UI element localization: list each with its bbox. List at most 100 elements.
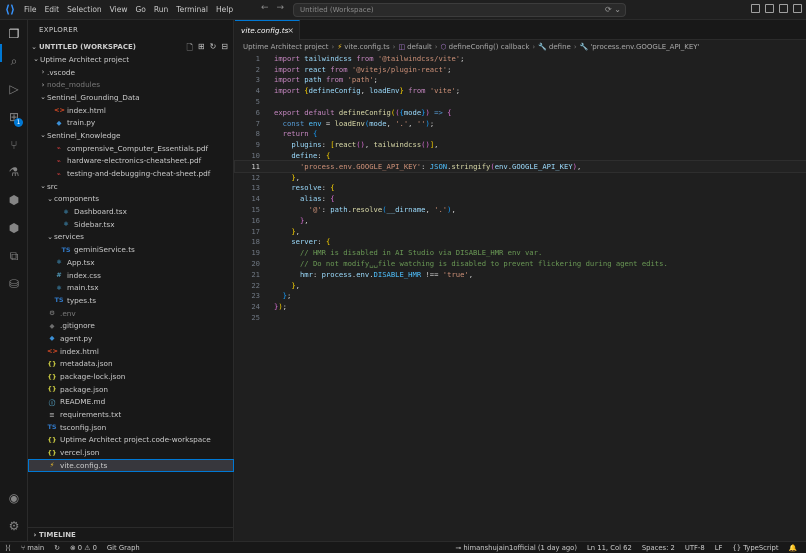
menu-edit[interactable]: Edit xyxy=(41,0,64,20)
remote-indicator-icon[interactable]: ⟩⟨ xyxy=(0,542,16,553)
tree-file[interactable]: ⌁ testing-and-debugging-cheat-sheet.pdf xyxy=(28,167,234,180)
settings-gear-icon[interactable]: ⚙ xyxy=(5,517,23,535)
toggle-secondary-sidebar-icon[interactable] xyxy=(793,4,802,13)
tree-folder[interactable]: ⌄ Uptime Architect project xyxy=(28,53,234,66)
forward-arrow-icon[interactable]: → xyxy=(277,3,285,13)
breadcrumb-item[interactable]: defineConfig() callback xyxy=(449,43,530,51)
code-line[interactable]: 14 alias: { xyxy=(235,193,806,204)
sync-icon[interactable]: ↻ xyxy=(54,544,60,552)
menu-terminal[interactable]: Terminal xyxy=(172,0,212,20)
menu-selection[interactable]: Selection xyxy=(63,0,106,20)
indentation-status[interactable]: Spaces: 2 xyxy=(642,544,675,552)
workspace-header[interactable]: ⌄ UNTITLED (WORKSPACE) 🗋 ⊞ ↻ ⊟ xyxy=(28,40,234,53)
menu-go[interactable]: Go xyxy=(131,0,149,20)
tree-file[interactable]: <> index.html xyxy=(28,104,234,117)
tree-file[interactable]: ⌁ hardware-electronics-cheatsheet.pdf xyxy=(28,155,234,168)
tree-folder[interactable]: ⌄ src xyxy=(28,180,234,193)
breadcrumb-item[interactable]: Uptime Architect project xyxy=(243,43,329,51)
tree-file[interactable]: ≡ requirements.txt xyxy=(28,408,234,421)
tree-file[interactable]: TS types.ts xyxy=(28,294,234,307)
git-graph-status[interactable]: Git Graph xyxy=(107,544,140,552)
explorer-icon[interactable]: ❐ xyxy=(5,25,23,43)
remote-explorer-icon[interactable]: ⧉ xyxy=(5,247,23,265)
code-line[interactable]: 12 }, xyxy=(235,172,806,183)
tree-file[interactable]: {} package-lock.json xyxy=(28,370,234,383)
encoding-status[interactable]: UTF-8 xyxy=(685,544,705,552)
testing-icon[interactable]: ⚗ xyxy=(5,163,23,181)
tree-file[interactable]: ⌁ comprensive_Computer_Essentials.pdf xyxy=(28,142,234,155)
language-status[interactable]: {} TypeScript xyxy=(732,544,778,552)
tree-file[interactable]: # index.css xyxy=(28,269,234,282)
tree-folder[interactable]: ⌄ Sentinel_Knowledge xyxy=(28,129,234,142)
menu-view[interactable]: View xyxy=(106,0,132,20)
code-line[interactable]: 25 xyxy=(235,312,806,323)
code-line[interactable]: 21 hmr: process.env.DISABLE_HMR !== 'tru… xyxy=(235,269,806,280)
menu-file[interactable]: File xyxy=(20,0,41,20)
toggle-panel-icon[interactable] xyxy=(779,4,788,13)
code-line[interactable]: 2 import react from '@vitejs/plugin-react… xyxy=(235,64,806,75)
code-line[interactable]: 1 import tailwindcss from '@tailwindcss/v… xyxy=(235,53,806,64)
back-arrow-icon[interactable]: ← xyxy=(261,3,269,13)
tree-file[interactable]: ⚛ Sidebar.tsx xyxy=(28,218,234,231)
code-line[interactable]: 6 export default defineConfig(({mode}) =>… xyxy=(235,107,806,118)
tree-file[interactable]: ⚡ vite.config.ts xyxy=(28,459,234,472)
code-line[interactable]: 23 }; xyxy=(235,291,806,302)
code-line[interactable]: 15 '@': path.resolve(__dirname, '.'), xyxy=(235,204,806,215)
account-icon[interactable]: ◉ xyxy=(5,489,23,507)
tree-file[interactable]: ◆ .gitignore xyxy=(28,319,234,332)
python-environments-icon[interactable]: ⬢ xyxy=(5,219,23,237)
tree-file[interactable]: <> index.html xyxy=(28,345,234,358)
tree-file[interactable]: ⚛ main.tsx xyxy=(28,281,234,294)
branch-status[interactable]: ⑂ main xyxy=(21,544,44,552)
tree-folder[interactable]: › .vscode xyxy=(28,66,234,79)
code-line[interactable]: 4 import {defineConfig, loadEnv} from 'vi… xyxy=(235,85,806,96)
tree-file[interactable]: {} metadata.json xyxy=(28,358,234,371)
breadcrumb-item[interactable]: define xyxy=(549,43,571,51)
database-icon[interactable]: ⛁ xyxy=(5,275,23,293)
code-line[interactable]: 9 plugins: [react(), tailwindcss()], xyxy=(235,139,806,150)
code-line[interactable]: 3 import path from 'path'; xyxy=(235,75,806,86)
blame-status[interactable]: ⊸ himanshujain1official (1 day ago) xyxy=(455,544,577,552)
breadcrumb-item[interactable]: 'process.env.GOOGLE_API_KEY' xyxy=(590,43,699,51)
code-line[interactable]: 22 }, xyxy=(235,280,806,291)
eol-status[interactable]: LF xyxy=(715,544,723,552)
python-icon[interactable]: ⬢ xyxy=(5,191,23,209)
tree-file[interactable]: {} Uptime Architect project.code-workspac… xyxy=(28,434,234,447)
menu-help[interactable]: Help xyxy=(212,0,237,20)
tree-file[interactable]: ⓘ README.md xyxy=(28,396,234,409)
close-icon[interactable]: × xyxy=(287,26,294,35)
code-line[interactable]: 18 server: { xyxy=(235,237,806,248)
tree-file[interactable]: ⚛ Dashboard.tsx xyxy=(28,205,234,218)
search-icon[interactable]: ⌕ xyxy=(5,52,23,70)
code-line[interactable]: 24}); xyxy=(235,301,806,312)
code-line[interactable]: 16 }, xyxy=(235,215,806,226)
notifications-bell-icon[interactable]: 🔔 xyxy=(789,544,797,552)
problems-status[interactable]: ⊗ 0 ⚠ 0 xyxy=(70,544,97,552)
run-debug-icon[interactable]: ▷ xyxy=(5,80,23,98)
command-center[interactable]: Untitled (Workspace) ⟳ ⌄ xyxy=(293,3,626,17)
code-line[interactable]: 10 define: { xyxy=(235,150,806,161)
code-line[interactable]: 19 // HMR is disabled in AI Studio via D… xyxy=(235,247,806,258)
tree-file[interactable]: TS geminiService.ts xyxy=(28,243,234,256)
tree-file[interactable]: {} vercel.json xyxy=(28,446,234,459)
breadcrumb-item[interactable]: vite.config.ts xyxy=(344,43,389,51)
code-line[interactable]: 8 return { xyxy=(235,129,806,140)
tree-file[interactable]: ⚛ App.tsx xyxy=(28,256,234,269)
tree-file[interactable]: ◆ agent.py xyxy=(28,332,234,345)
copilot-icon[interactable]: ⟳ ⌄ xyxy=(605,5,621,14)
tree-folder[interactable]: ⌄ services xyxy=(28,231,234,244)
customize-layout-icon[interactable] xyxy=(751,4,760,13)
tree-file[interactable]: ⚙ .env xyxy=(28,307,234,320)
code-line[interactable]: 5 xyxy=(235,96,806,107)
menu-run[interactable]: Run xyxy=(150,0,172,20)
tree-folder[interactable]: ⌄ components xyxy=(28,193,234,206)
cursor-position[interactable]: Ln 11, Col 62 xyxy=(587,544,632,552)
tree-file[interactable]: TS tsconfig.json xyxy=(28,421,234,434)
tree-file[interactable]: {} package.json xyxy=(28,383,234,396)
tab-vite-config[interactable]: vite.config.ts × xyxy=(235,20,300,40)
tree-file[interactable]: ◆ train.py xyxy=(28,116,234,129)
toggle-primary-sidebar-icon[interactable] xyxy=(765,4,774,13)
tree-folder[interactable]: › node_modules xyxy=(28,78,234,91)
tree-folder[interactable]: ⌄ Sentinel_Grounding_Data xyxy=(28,91,234,104)
code-line[interactable]: 20 // Do not modify␣␣file watching is di… xyxy=(235,258,806,269)
